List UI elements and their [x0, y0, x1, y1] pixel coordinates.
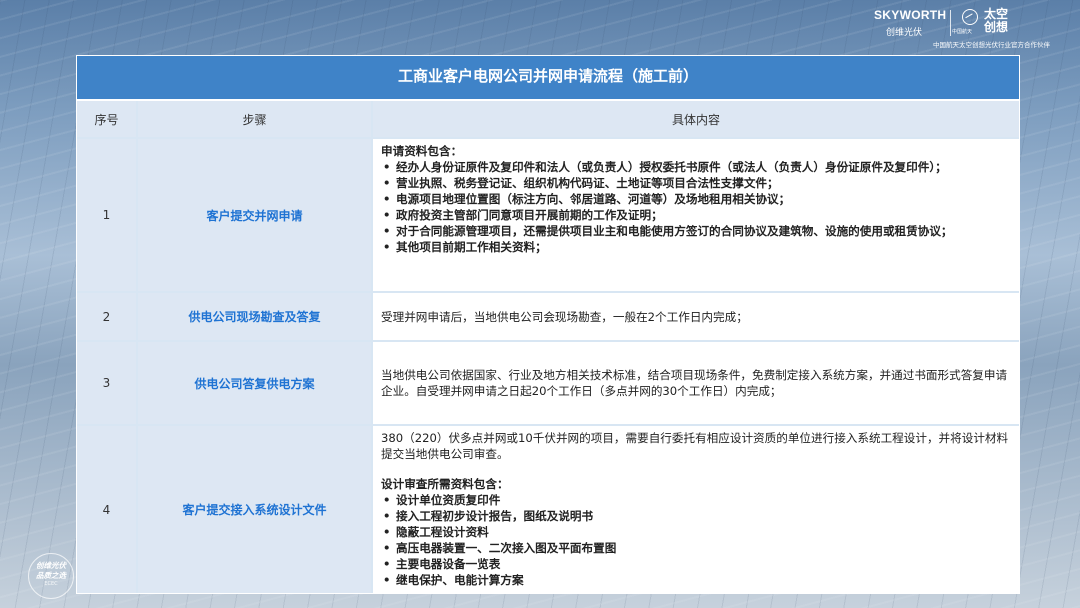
- list-item: 隐蔽工程设计资料: [383, 524, 1011, 540]
- table-row: 2 供电公司现场勘查及答复 受理并网申请后，当地供电公司会现场勘查，一般在2个工…: [77, 293, 1019, 340]
- detail-text: 受理并网申请后，当地供电公司会现场勘查，一般在2个工作日内完成；: [381, 309, 748, 324]
- row-step: 供电公司答复供电方案: [138, 342, 371, 424]
- list-item: 接入工程初步设计报告，图纸及说明书: [383, 508, 1011, 524]
- list-item: 电源项目地理位置图（标注方向、邻居道路、河道等）及场地租用相关协议；: [383, 191, 1011, 207]
- quality-stamp: 创维光伏 品质之选 ECEC: [28, 553, 74, 599]
- partner-line: 中国航天太空创想光伏行业官方合作伙伴: [933, 41, 1050, 49]
- list-item: 主要电器设备一览表: [383, 556, 1011, 572]
- row-step: 客户提交并网申请: [138, 139, 371, 291]
- table-row: 4 客户提交接入系统设计文件 380（220）伏多点并网或10千伏并网的项目，需…: [77, 426, 1019, 593]
- row-detail: 当地供电公司依据国家、行业及地方相关技术标准，结合项目现场条件，免费制定接入系统…: [373, 342, 1019, 424]
- header-step: 步骤: [138, 101, 371, 137]
- stamp-line3: ECEC: [44, 581, 58, 587]
- list-item: 高压电器装置一、二次接入图及平面布置图: [383, 540, 1011, 556]
- list-item: 对于合同能源管理项目，还需提供项目业主和电能使用方签订的合同协议及建筑物、设施的…: [383, 223, 1011, 239]
- header-num: 序号: [77, 101, 136, 137]
- list-item: 政府投资主管部门同意项目开展前期的工作及证明；: [383, 207, 1011, 223]
- table-row: 1 客户提交并网申请 申请资料包含： 经办人身份证原件及复印件和法人（或负责人）…: [77, 139, 1019, 291]
- list-item: 营业执照、税务登记证、组织机构代码证、土地证等项目合法性支撑文件；: [383, 175, 1011, 191]
- row-num: 4: [77, 426, 136, 593]
- requirements-list: 经办人身份证原件及复印件和法人（或负责人）授权委托书原件（或法人（负责人）身份证…: [381, 159, 1011, 255]
- row-num: 2: [77, 293, 136, 340]
- row-detail: 申请资料包含： 经办人身份证原件及复印件和法人（或负责人）授权委托书原件（或法人…: [373, 139, 1019, 291]
- row-step: 供电公司现场勘查及答复: [138, 293, 371, 340]
- brand-logo-area: SKYWORTH 创维光伏 中国航天 太空 创想 中国航天太空创想光伏行业官方合作…: [850, 6, 1050, 50]
- table-title: 工商业客户电网公司并网申请流程（施工前）: [77, 56, 1019, 101]
- list-item: 经办人身份证原件及复印件和法人（或负责人）授权委托书原件（或法人（负责人）身份证…: [383, 159, 1011, 175]
- detail-text: 380（220）伏多点并网或10千伏并网的项目，需要自行委托有相应设计资质的单位…: [381, 431, 1009, 461]
- detail-intro: 设计审查所需资料包含：: [381, 477, 509, 491]
- row-num: 3: [77, 342, 136, 424]
- list-item: 其他项目前期工作相关资料；: [383, 239, 1011, 255]
- stamp-line1: 创维光伏: [36, 561, 66, 570]
- space-logo-sub: 中国航天: [952, 29, 973, 35]
- skyworth-cn-name: 创维光伏: [886, 28, 923, 38]
- row-num: 1: [77, 139, 136, 291]
- row-step: 客户提交接入系统设计文件: [138, 426, 371, 593]
- stamp-line2: 品质之选: [36, 571, 66, 580]
- skyworth-logo: SKYWORTH: [874, 8, 947, 22]
- space-brand-name: 太空 创想: [984, 7, 1009, 34]
- space-logo-icon: [962, 9, 978, 25]
- detail-intro: 申请资料包含：: [381, 144, 463, 158]
- list-item: 设计单位资质复印件: [383, 492, 1011, 508]
- design-docs-list: 设计单位资质复印件 接入工程初步设计报告，图纸及说明书 隐蔽工程设计资料 高压电…: [381, 492, 1011, 588]
- list-item: 继电保护、电能计算方案: [383, 572, 1011, 588]
- table-header-row: 序号 步骤 具体内容: [77, 101, 1019, 137]
- logo-divider: [950, 10, 951, 36]
- row-detail: 受理并网申请后，当地供电公司会现场勘查，一般在2个工作日内完成；: [373, 293, 1019, 340]
- process-table: 工商业客户电网公司并网申请流程（施工前） 序号 步骤 具体内容 1 客户提交并网…: [76, 55, 1020, 594]
- detail-text: 当地供电公司依据国家、行业及地方相关技术标准，结合项目现场条件，免费制定接入系统…: [381, 368, 1008, 398]
- row-detail: 380（220）伏多点并网或10千伏并网的项目，需要自行委托有相应设计资质的单位…: [373, 426, 1019, 593]
- table-row: 3 供电公司答复供电方案 当地供电公司依据国家、行业及地方相关技术标准，结合项目…: [77, 342, 1019, 424]
- header-detail: 具体内容: [373, 101, 1019, 137]
